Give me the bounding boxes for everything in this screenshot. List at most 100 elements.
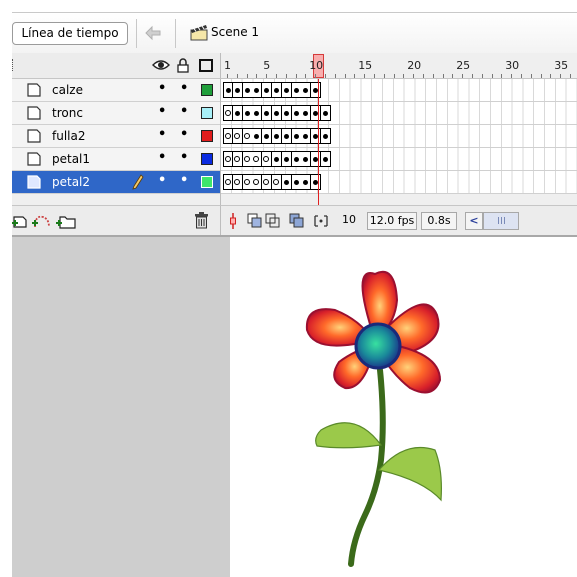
current-frame-field[interactable]: 10 [335, 212, 363, 230]
new-folder-icon[interactable] [56, 213, 76, 229]
blank-keyframe[interactable] [272, 174, 282, 190]
layer-name[interactable]: fulla2 [52, 129, 86, 143]
layer-row[interactable]: petal1 • • [12, 148, 220, 171]
scene-label[interactable]: Scene 1 [211, 25, 259, 39]
keyframe[interactable] [281, 105, 292, 121]
layer-row[interactable]: petal2 • • [12, 171, 220, 194]
onion-skin-icon[interactable] [247, 213, 263, 229]
frame-row[interactable] [221, 79, 577, 102]
blank-keyframe[interactable] [242, 151, 253, 167]
onion-skin-outlines-icon[interactable] [265, 213, 281, 229]
edit-multiple-frames-icon[interactable] [289, 213, 305, 229]
add-motion-guide-icon[interactable] [31, 213, 53, 229]
timeline-toggle-button[interactable]: Línea de tiempo [12, 22, 128, 45]
layer-outline-color[interactable] [201, 84, 213, 96]
keyframe[interactable] [272, 151, 282, 167]
eye-icon[interactable] [152, 58, 170, 72]
keyframe[interactable] [291, 128, 302, 144]
keyframe[interactable] [252, 105, 263, 121]
keyframe[interactable] [262, 128, 273, 144]
lock-toggle[interactable]: • [180, 82, 188, 95]
keyframe[interactable] [311, 105, 322, 121]
visibility-toggle[interactable]: • [158, 174, 166, 187]
scroll-left-button[interactable]: < [465, 212, 483, 230]
keyframe[interactable] [281, 82, 292, 98]
frame-grid[interactable] [220, 79, 577, 205]
layer-outline-color[interactable] [201, 107, 213, 119]
flower-drawing[interactable] [295, 270, 455, 570]
layer-name[interactable]: calze [52, 83, 83, 97]
blank-keyframe[interactable] [252, 151, 263, 167]
lock-toggle[interactable]: • [180, 151, 188, 164]
modify-onion-markers-icon[interactable] [313, 213, 329, 229]
keyframe[interactable] [301, 174, 312, 190]
keyframe[interactable] [321, 105, 331, 121]
trash-icon[interactable] [194, 212, 209, 229]
frame-row[interactable] [221, 171, 577, 194]
keyframe[interactable] [262, 82, 273, 98]
keyframe[interactable] [281, 174, 292, 190]
layer-name[interactable]: tronc [52, 106, 83, 120]
layer-name[interactable]: petal1 [52, 152, 90, 166]
keyframe[interactable] [291, 82, 302, 98]
blank-keyframe[interactable] [223, 128, 233, 144]
blank-keyframe[interactable] [262, 151, 273, 167]
keyframe[interactable] [272, 128, 282, 144]
keyframe[interactable] [272, 105, 282, 121]
new-layer-icon[interactable] [12, 213, 28, 229]
keyframe[interactable] [301, 105, 312, 121]
lock-toggle[interactable]: • [180, 174, 188, 187]
keyframe[interactable] [252, 82, 263, 98]
keyframe[interactable] [262, 105, 273, 121]
keyframe[interactable] [291, 151, 302, 167]
blank-keyframe[interactable] [232, 174, 243, 190]
horizontal-scrollbar-thumb[interactable] [483, 212, 519, 230]
blank-keyframe[interactable] [232, 151, 243, 167]
blank-keyframe[interactable] [223, 151, 233, 167]
layer-outline-color[interactable] [201, 176, 213, 188]
keyframe[interactable] [311, 174, 322, 190]
keyframe[interactable] [291, 174, 302, 190]
keyframe[interactable] [272, 82, 282, 98]
layer-outline-color[interactable] [201, 153, 213, 165]
layer-row[interactable]: tronc • • [12, 102, 220, 125]
layer-outline-color[interactable] [201, 130, 213, 142]
lock-icon[interactable] [177, 58, 189, 73]
back-arrow-icon[interactable] [143, 23, 163, 43]
blank-keyframe[interactable] [232, 128, 243, 144]
frame-row[interactable] [221, 102, 577, 125]
frame-row[interactable] [221, 125, 577, 148]
keyframe[interactable] [291, 105, 302, 121]
lock-toggle[interactable]: • [180, 128, 188, 141]
frame-ruler[interactable]: 1 5 10 15 20 25 30 35 [220, 53, 577, 79]
keyframe[interactable] [232, 105, 243, 121]
keyframe[interactable] [311, 151, 322, 167]
keyframe[interactable] [301, 151, 312, 167]
frame-row[interactable] [221, 148, 577, 171]
layer-row[interactable]: calze • • [12, 79, 220, 102]
keyframe[interactable] [232, 82, 243, 98]
keyframe[interactable] [321, 128, 331, 144]
keyframe[interactable] [281, 151, 292, 167]
visibility-toggle[interactable]: • [158, 151, 166, 164]
keyframe[interactable] [301, 128, 312, 144]
frame-rate-field[interactable]: 12.0 fps [367, 212, 417, 230]
keyframe[interactable] [311, 82, 322, 98]
blank-keyframe[interactable] [223, 174, 233, 190]
visibility-toggle[interactable]: • [158, 82, 166, 95]
lock-toggle[interactable]: • [180, 105, 188, 118]
blank-keyframe[interactable] [252, 174, 263, 190]
keyframe[interactable] [252, 128, 263, 144]
keyframe[interactable] [311, 128, 322, 144]
keyframe[interactable] [223, 82, 233, 98]
keyframe[interactable] [301, 82, 312, 98]
layer-row[interactable]: fulla2 • • [12, 125, 220, 148]
keyframe[interactable] [281, 128, 292, 144]
center-frame-icon[interactable] [225, 213, 241, 229]
visibility-toggle[interactable]: • [158, 128, 166, 141]
panel-grip[interactable] [12, 59, 15, 71]
keyframe[interactable] [242, 105, 253, 121]
layer-name[interactable]: petal2 [52, 175, 90, 189]
blank-keyframe[interactable] [223, 105, 233, 121]
keyframe[interactable] [242, 82, 253, 98]
